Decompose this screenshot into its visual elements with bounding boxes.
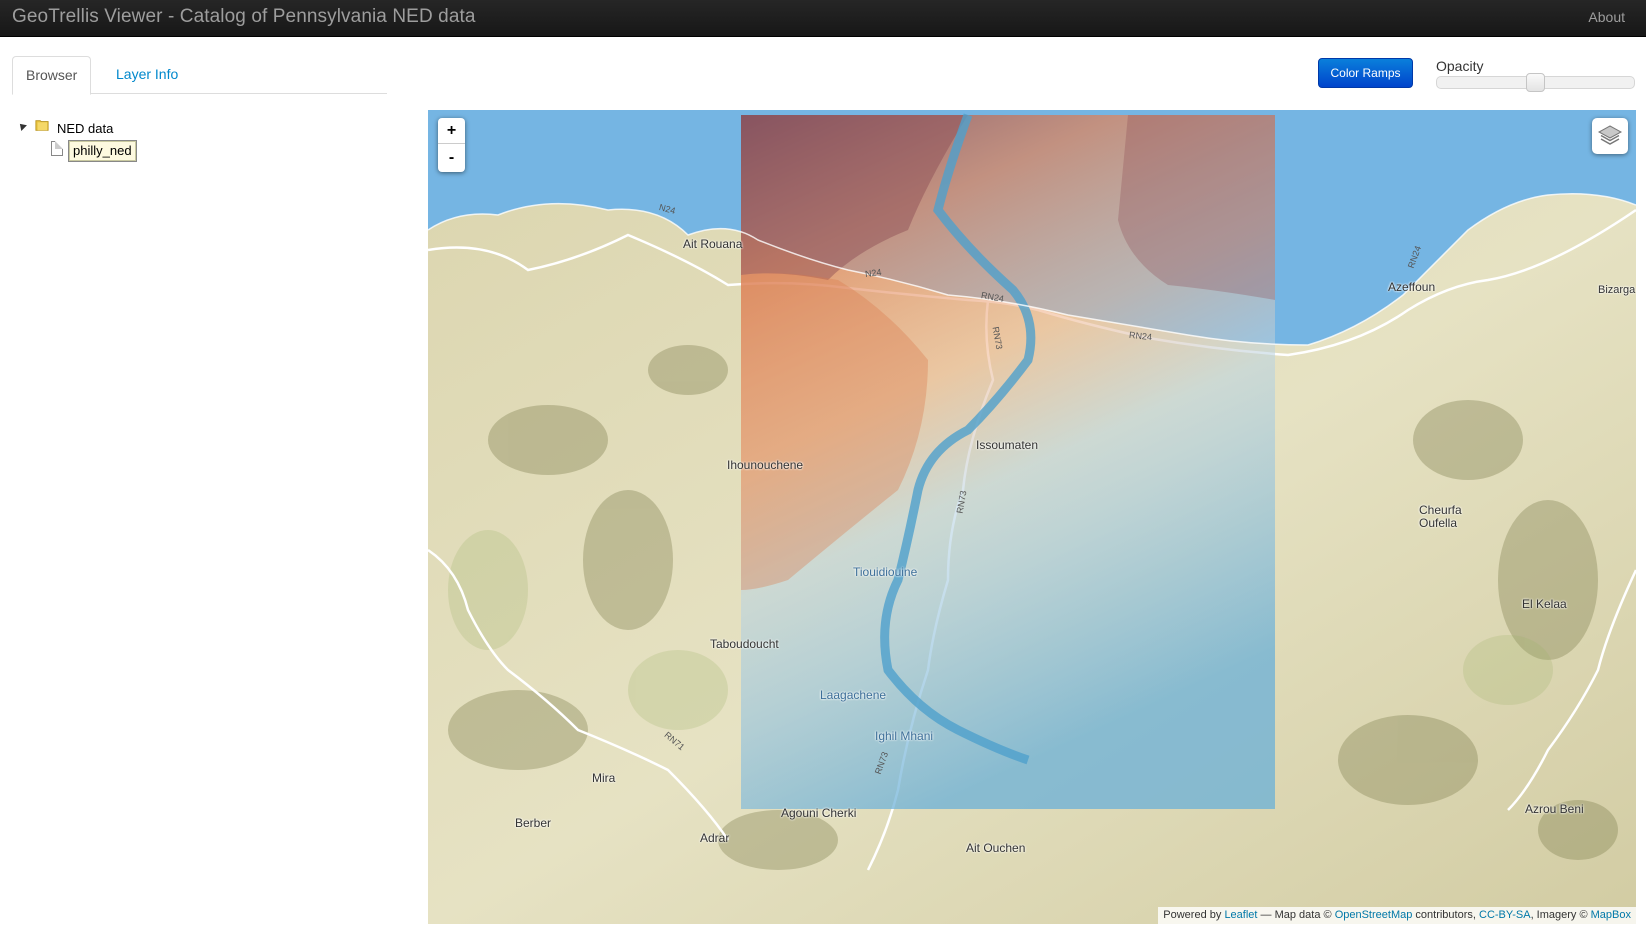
place-label: Azrou Beni	[1525, 802, 1584, 816]
opacity-slider-handle[interactable]	[1526, 73, 1545, 92]
place-label: Laagachene	[820, 688, 887, 702]
place-label: Ait Rouana	[683, 237, 743, 251]
tab-browser[interactable]: Browser	[12, 56, 92, 95]
tab-layer-info[interactable]: Layer Info	[103, 56, 191, 95]
layers-control-button[interactable]	[1592, 118, 1628, 154]
about-link[interactable]: About	[1588, 9, 1625, 25]
openstreetmap-link[interactable]: OpenStreetMap	[1335, 909, 1413, 921]
license-link[interactable]: CC-BY-SA	[1479, 909, 1531, 921]
attribution-imagery: , Imagery ©	[1530, 909, 1588, 921]
sidebar-tabs: Browser Layer Info	[12, 56, 387, 95]
place-label: El Kelaa	[1522, 597, 1567, 611]
place-label: Cheurfa	[1419, 503, 1462, 517]
map-attribution: Powered by Leaflet — Map data © OpenStre…	[1158, 907, 1636, 924]
place-label: Ihounouchene	[727, 458, 804, 472]
attribution-powered-by: Powered by	[1163, 909, 1222, 921]
zoom-in-button[interactable]: +	[438, 118, 465, 144]
place-label: Bizarga	[1598, 284, 1636, 296]
file-icon	[51, 141, 63, 156]
place-label: Ighil Mhani	[875, 729, 934, 743]
mapbox-link[interactable]: MapBox	[1591, 909, 1631, 921]
place-label: Mira	[592, 771, 616, 785]
layers-icon	[1597, 125, 1623, 145]
top-navbar: GeoTrellis Viewer - Catalog of Pennsylva…	[0, 0, 1646, 37]
folder-icon	[35, 120, 49, 131]
place-label: Ait Ouchen	[966, 841, 1026, 855]
map-view[interactable]: Ait Rouana Azeffoun Bizarga Issoumaten I…	[428, 110, 1636, 924]
expand-toggle-icon[interactable]	[17, 121, 27, 131]
attribution-contributors: contributors,	[1415, 909, 1476, 921]
place-label: Berber	[515, 816, 552, 830]
opacity-label: Opacity	[1436, 58, 1484, 74]
place-label: Azeffoun	[1388, 280, 1436, 294]
leaflet-link[interactable]: Leaflet	[1224, 909, 1257, 921]
color-ramps-button[interactable]: Color Ramps	[1318, 58, 1413, 88]
app-title[interactable]: GeoTrellis Viewer - Catalog of Pennsylva…	[12, 6, 476, 28]
place-label: Adrar	[700, 831, 730, 845]
place-label: Issoumaten	[976, 438, 1039, 452]
place-label: Oufella	[1419, 516, 1458, 530]
place-label: Tiouidiouine	[853, 565, 918, 579]
place-label: Agouni Cherki	[781, 806, 857, 820]
tree-node-label-selected[interactable]: philly_ned	[68, 140, 137, 162]
place-label: Taboudoucht	[710, 637, 779, 651]
tree-node-label[interactable]: NED data	[57, 121, 113, 136]
zoom-control: + -	[438, 118, 465, 172]
attribution-map-data: — Map data ©	[1260, 909, 1332, 921]
zoom-out-button[interactable]: -	[438, 145, 465, 171]
